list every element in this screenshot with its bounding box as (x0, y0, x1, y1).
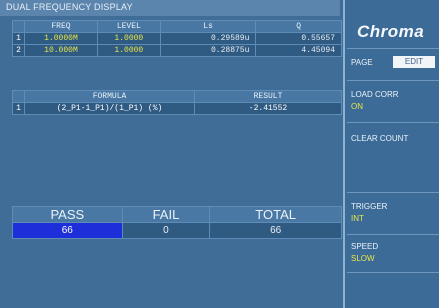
trigger-value: INT (351, 214, 364, 223)
level-cell[interactable]: 1.0000 (96, 32, 161, 45)
formula-table-header: FORMULA RESULT (12, 90, 342, 103)
divider (347, 80, 439, 81)
header-formula: FORMULA (24, 90, 195, 103)
header-freq: FREQ (24, 20, 98, 33)
clear-count-softkey[interactable]: CLEAR COUNT (351, 134, 408, 143)
table-row[interactable]: 2 10.000M 1.0000 0.28875u 4.45094 (12, 44, 342, 57)
fail-label: FAIL (121, 206, 211, 223)
total-label: TOTAL (209, 206, 342, 223)
table-row[interactable]: 1 1.0000M 1.0000 0.29589u 0.55657 (12, 32, 342, 45)
ls-cell: 0.28875u (159, 44, 257, 57)
title-bar: DUAL FREQUENCY DISPLAY (0, 0, 340, 16)
header-index (12, 20, 25, 33)
pass-label: PASS (12, 206, 123, 223)
frequency-table-header: FREQ LEVEL Ls Q (12, 20, 342, 33)
header-result: RESULT (194, 90, 342, 103)
softkey-panel: Chroma PAGE EDIT LOAD CORR ON CLEAR COUN… (343, 0, 439, 308)
total-count: 66 (209, 222, 342, 239)
row-index: 2 (12, 44, 25, 57)
trigger-label: TRIGGER (351, 202, 388, 211)
row-index: 1 (12, 102, 25, 115)
ls-cell: 0.29589u (159, 32, 257, 45)
header-ls: Ls (159, 20, 257, 33)
freq-cell[interactable]: 10.000M (24, 44, 98, 57)
chroma-logo: Chroma (357, 22, 425, 41)
page-edit-button[interactable]: EDIT (393, 56, 435, 68)
divider (347, 234, 439, 235)
header-level: LEVEL (96, 20, 161, 33)
pass-count: 66 (12, 222, 123, 239)
counter-header: PASS FAIL TOTAL (12, 206, 342, 223)
formula-cell[interactable]: (2_P1-1_P1)/(1_P1) (%) (24, 102, 195, 115)
header-index (12, 90, 25, 103)
freq-cell[interactable]: 1.0000M (24, 32, 98, 45)
divider (347, 48, 439, 49)
level-cell[interactable]: 1.0000 (96, 44, 161, 57)
fail-count: 0 (121, 222, 211, 239)
frequency-table: FREQ LEVEL Ls Q 1 1.0000M 1.0000 0.29589… (12, 20, 342, 57)
divider (347, 122, 439, 123)
counter-values: 66 0 66 (12, 222, 342, 239)
screen-title: DUAL FREQUENCY DISPLAY (6, 2, 133, 12)
pass-fail-counter: PASS FAIL TOTAL 66 0 66 (12, 206, 342, 239)
formula-table: FORMULA RESULT 1 (2_P1-1_P1)/(1_P1) (%) … (12, 90, 342, 115)
table-row[interactable]: 1 (2_P1-1_P1)/(1_P1) (%) -2.41552 (12, 102, 342, 115)
speed-value: SLOW (351, 254, 375, 263)
divider (347, 192, 439, 193)
q-cell: 0.55657 (255, 32, 342, 45)
load-corr-value: ON (351, 102, 363, 111)
load-corr-label: LOAD CORR (351, 90, 399, 99)
header-q: Q (255, 20, 342, 33)
q-cell: 4.45094 (255, 44, 342, 57)
page-label: PAGE (351, 58, 373, 67)
result-cell: -2.41552 (194, 102, 342, 115)
divider (347, 272, 439, 273)
speed-label: SPEED (351, 242, 379, 251)
instrument-screen: DUAL FREQUENCY DISPLAY • ● • FREQ LEVEL … (0, 0, 439, 308)
row-index: 1 (12, 32, 25, 45)
